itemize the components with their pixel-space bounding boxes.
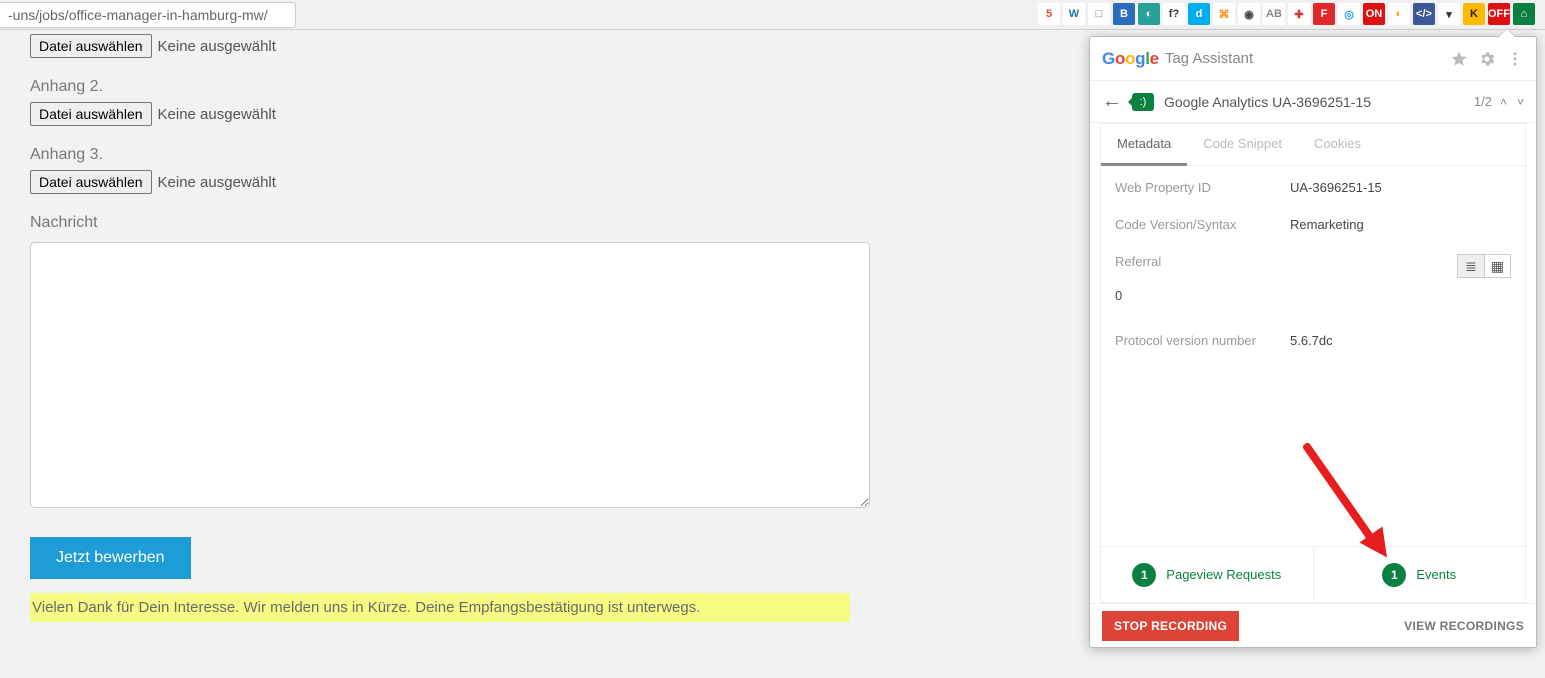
- ta-title: Tag Assistant: [1165, 50, 1253, 67]
- extension-icon[interactable]: ◎: [1338, 3, 1360, 25]
- extension-icon[interactable]: ◐: [1388, 3, 1410, 25]
- star-icon[interactable]: [1450, 50, 1468, 68]
- meta-key: Web Property ID: [1115, 180, 1290, 195]
- ta-card: Metadata Code Snippet Cookies Web Proper…: [1100, 123, 1526, 603]
- tab-metadata[interactable]: Metadata: [1101, 124, 1187, 166]
- file-status: Keine ausgewählt: [158, 174, 276, 191]
- tab-code-snippet[interactable]: Code Snippet: [1187, 124, 1298, 165]
- confirmation-message: Vielen Dank für Dein Interesse. Wir meld…: [30, 593, 850, 622]
- ta-metadata: Web Property IDUA-3696251-15 Code Versio…: [1101, 166, 1525, 546]
- file-choose-button[interactable]: Datei auswählen: [30, 34, 152, 58]
- tag-assistant-panel: Google Tag Assistant ← :) Google Analyti…: [1089, 36, 1537, 648]
- back-icon[interactable]: ←: [1102, 90, 1122, 113]
- ta-header: Google Tag Assistant: [1090, 37, 1536, 81]
- events-label: Events: [1416, 567, 1456, 582]
- extension-icon[interactable]: B: [1113, 3, 1135, 25]
- extension-icon[interactable]: ON: [1363, 3, 1385, 25]
- gear-icon[interactable]: [1478, 50, 1496, 68]
- referral-view-toggle[interactable]: ≣▦: [1457, 254, 1511, 278]
- file-status: Keine ausgewählt: [158, 106, 276, 123]
- extension-icon[interactable]: f?: [1163, 3, 1185, 25]
- extension-icon[interactable]: 5: [1038, 3, 1060, 25]
- extension-icon[interactable]: ▾: [1438, 3, 1460, 25]
- meta-value: Remarketing: [1290, 217, 1364, 232]
- extension-icon[interactable]: d: [1188, 3, 1210, 25]
- meta-key: Code Version/Syntax: [1115, 217, 1290, 232]
- meta-key: Referral: [1115, 254, 1290, 278]
- meta-value: 5.6.7dc: [1290, 333, 1333, 348]
- tag-counter: 1/2: [1474, 94, 1492, 109]
- more-icon[interactable]: [1506, 50, 1524, 68]
- submit-button[interactable]: Jetzt bewerben: [30, 537, 191, 579]
- ta-footer: STOP RECORDING VIEW RECORDINGS: [1090, 603, 1536, 647]
- extension-icon[interactable]: ◉: [1238, 3, 1260, 25]
- meta-key: Protocol version number: [1115, 333, 1290, 348]
- extension-icon[interactable]: W: [1063, 3, 1085, 25]
- next-icon[interactable]: ˅: [1517, 95, 1524, 109]
- ta-request-bar: 1 Pageview Requests 1 Events: [1101, 546, 1525, 602]
- list-view-icon[interactable]: ≣: [1458, 255, 1484, 277]
- extension-icon[interactable]: OFF: [1488, 3, 1510, 25]
- extension-icon[interactable]: K: [1463, 3, 1485, 25]
- file-choose-button[interactable]: Datei auswählen: [30, 102, 152, 126]
- stop-recording-button[interactable]: STOP RECORDING: [1102, 611, 1239, 641]
- google-logo: Google: [1102, 49, 1159, 69]
- count-badge: 1: [1382, 563, 1406, 587]
- extension-icon[interactable]: □: [1088, 3, 1110, 25]
- events-requests[interactable]: 1 Events: [1313, 546, 1526, 602]
- extension-icon[interactable]: ✚: [1288, 3, 1310, 25]
- ta-tabs: Metadata Code Snippet Cookies: [1101, 124, 1525, 166]
- meta-value: 0: [1115, 288, 1122, 303]
- count-badge: 1: [1132, 563, 1156, 587]
- extension-icon[interactable]: </>: [1413, 3, 1435, 25]
- file-choose-button[interactable]: Datei auswählen: [30, 170, 152, 194]
- extension-icon[interactable]: ⌘: [1213, 3, 1235, 25]
- file-status: Keine ausgewählt: [158, 38, 276, 55]
- tag-status-icon: :): [1132, 93, 1154, 111]
- browser-toolbar: -uns/jobs/office-manager-in-hamburg-mw/ …: [0, 0, 1545, 30]
- extension-icon[interactable]: AB: [1263, 3, 1285, 25]
- meta-value: UA-3696251-15: [1290, 180, 1382, 195]
- extension-icons: 5W□B◐f?d⌘◉AB✚F◎ON◐</>▾KOFF⌂: [1038, 3, 1535, 25]
- pageview-requests[interactable]: 1 Pageview Requests: [1101, 546, 1313, 602]
- pageview-label: Pageview Requests: [1166, 567, 1281, 582]
- view-recordings-link[interactable]: VIEW RECORDINGS: [1404, 619, 1524, 633]
- extension-icon[interactable]: F: [1313, 3, 1335, 25]
- grid-view-icon[interactable]: ▦: [1484, 255, 1510, 277]
- panel-pointer: [1498, 28, 1516, 37]
- extension-icon[interactable]: ⌂: [1513, 3, 1535, 25]
- extension-icon[interactable]: ◐: [1138, 3, 1160, 25]
- url-field[interactable]: -uns/jobs/office-manager-in-hamburg-mw/: [0, 2, 296, 28]
- prev-icon[interactable]: ˄: [1500, 95, 1507, 109]
- tag-name: Google Analytics UA-3696251-15: [1164, 94, 1371, 110]
- tab-cookies[interactable]: Cookies: [1298, 124, 1377, 165]
- ta-tag-row: ← :) Google Analytics UA-3696251-15 1/2 …: [1090, 81, 1536, 123]
- message-textarea[interactable]: [30, 242, 870, 508]
